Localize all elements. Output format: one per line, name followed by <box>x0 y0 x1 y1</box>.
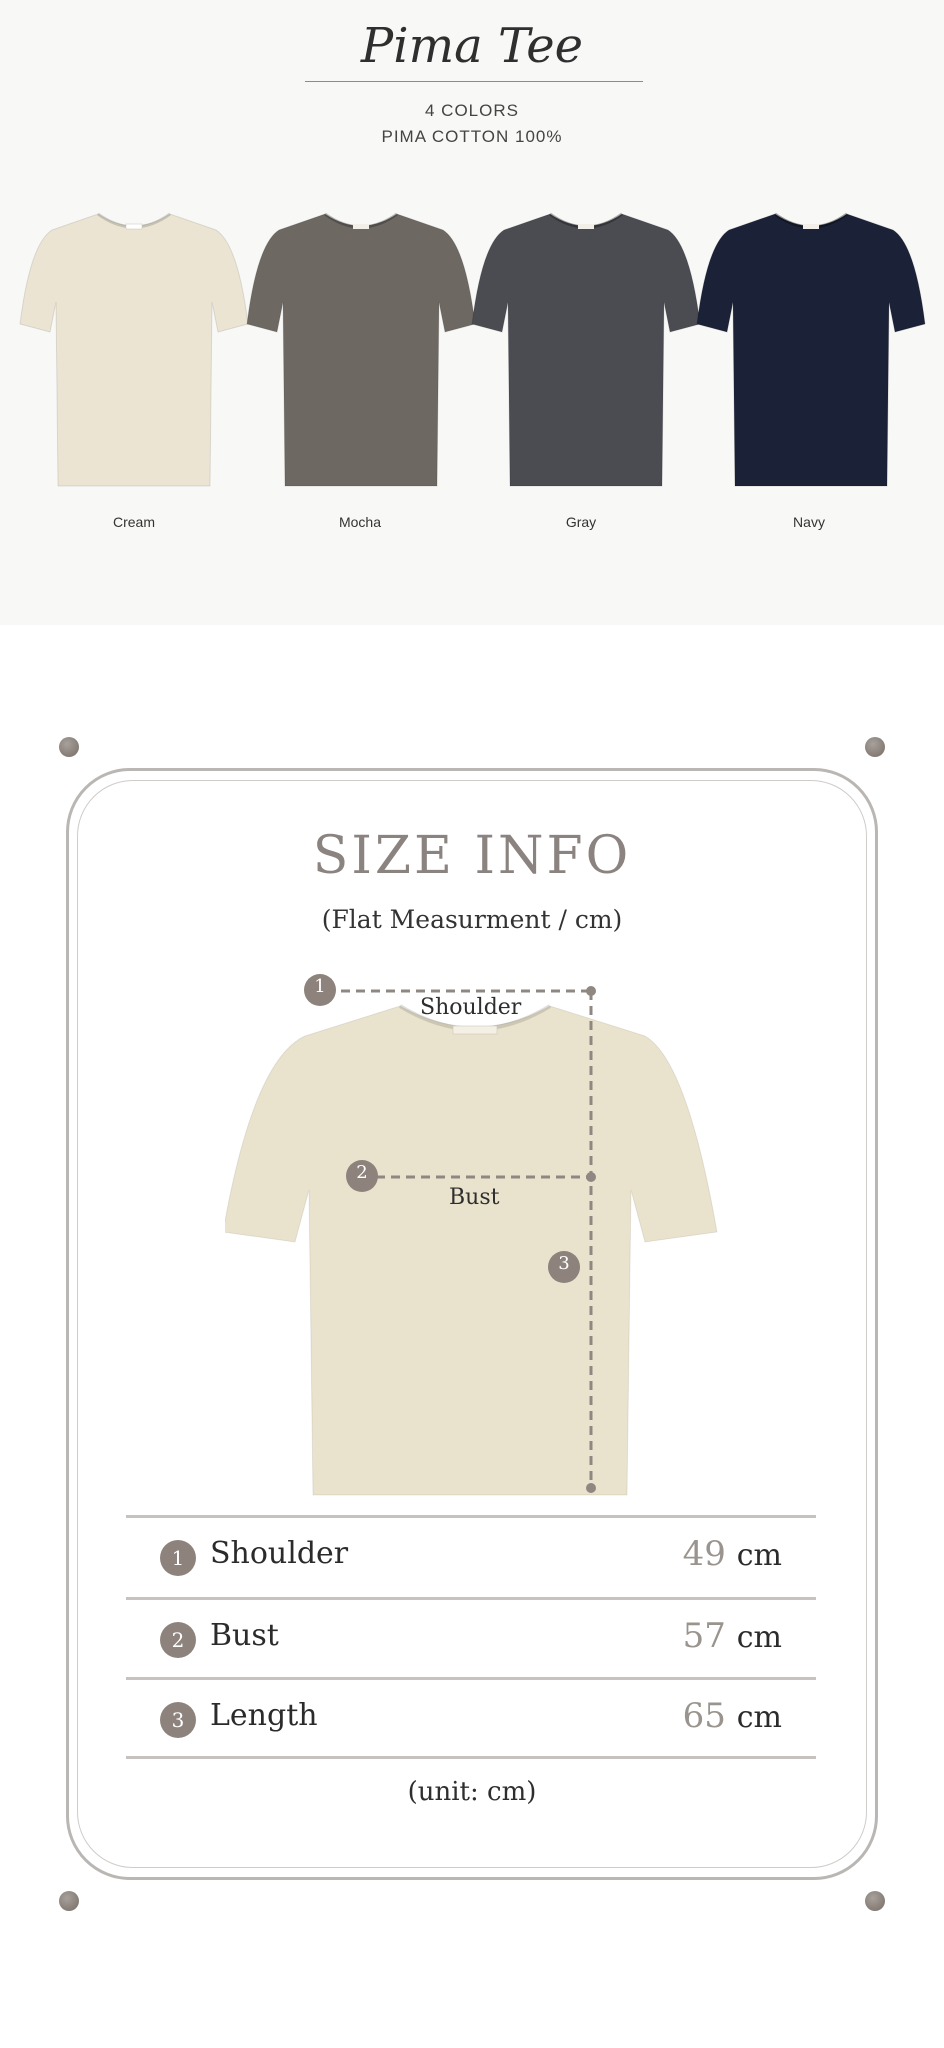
row-value: 65 cm <box>683 1696 782 1736</box>
row-name: Length <box>210 1698 318 1733</box>
row-value: 57 cm <box>683 1616 782 1656</box>
row-number-badge: 2 <box>160 1622 196 1658</box>
variant-label-mocha: Mocha <box>338 514 382 530</box>
tee-image-navy[interactable] <box>693 206 929 491</box>
shoulder-label: Shoulder <box>420 995 522 1020</box>
color-section: Pima Tee 4 COLORS PIMA COTTON 100% Cream… <box>0 0 944 625</box>
variant-label-cream: Cream <box>112 514 155 530</box>
row-number-badge: 3 <box>160 1702 196 1738</box>
tee-image-mocha[interactable] <box>243 206 479 491</box>
marker-3-num: 3 <box>558 1253 570 1274</box>
row-value: 49 cm <box>683 1534 782 1574</box>
measurement-diagram <box>225 960 725 1505</box>
pin-bottom-right <box>865 1891 885 1911</box>
marker-2-num: 2 <box>356 1162 368 1183</box>
marker-1-num: 1 <box>314 976 326 997</box>
row-value-unit: cm <box>736 1538 782 1573</box>
table-row-bust: 2 Bust 57 cm <box>126 1600 816 1678</box>
table-row-shoulder: 1 Shoulder 49 cm <box>126 1518 816 1596</box>
product-title: Pima Tee <box>360 18 584 74</box>
row-value-number: 57 <box>682 1616 726 1656</box>
tee-image-gray[interactable] <box>468 206 704 491</box>
pin-top-right <box>865 737 885 757</box>
material-text: PIMA COTTON 100% <box>381 127 563 146</box>
size-info-title: SIZE INFO <box>312 826 632 886</box>
row-value-unit: cm <box>736 1700 782 1735</box>
pin-top-left <box>59 737 79 757</box>
row-value-number: 65 <box>682 1696 726 1736</box>
tee-image-cream[interactable] <box>16 206 252 491</box>
table-rule <box>126 1756 816 1759</box>
row-value-unit: cm <box>736 1620 782 1655</box>
table-row-length: 3 Length 65 cm <box>126 1680 816 1758</box>
tee-body <box>19 213 249 487</box>
variant-label-gray: Gray <box>565 514 597 530</box>
title-divider <box>305 81 643 82</box>
bust-label: Bust <box>449 1185 500 1210</box>
diagram-tee <box>225 1005 718 1496</box>
size-info-subtitle: (Flat Measurment / cm) <box>321 905 623 934</box>
colors-count: 4 COLORS <box>425 101 519 120</box>
pin-bottom-left <box>59 1891 79 1911</box>
row-number-badge: 1 <box>160 1540 196 1576</box>
unit-note: (unit: cm) <box>407 1777 537 1807</box>
row-name: Shoulder <box>210 1536 349 1571</box>
variant-label-navy: Navy <box>793 514 825 530</box>
row-value-number: 49 <box>682 1534 726 1574</box>
row-name: Bust <box>210 1618 279 1653</box>
